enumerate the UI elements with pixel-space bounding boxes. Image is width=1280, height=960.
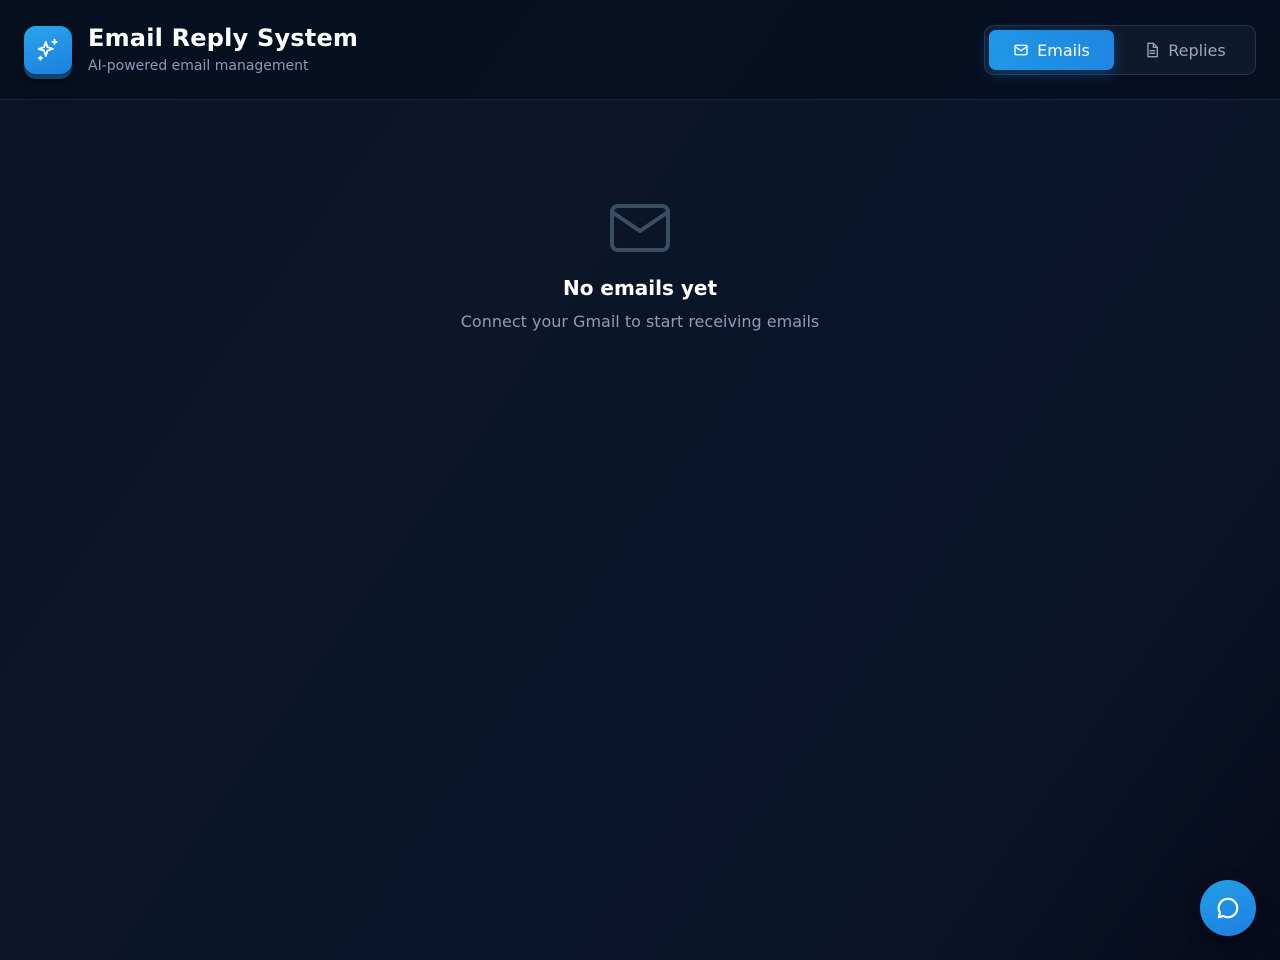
mail-icon	[608, 200, 672, 256]
sparkles-icon	[37, 38, 58, 61]
view-tabs: Emails Replies	[984, 25, 1256, 75]
app-subtitle: AI-powered email management	[88, 58, 309, 74]
document-icon	[1144, 42, 1160, 58]
tab-emails[interactable]: Emails	[989, 30, 1114, 70]
empty-state-message: Connect your Gmail to start receiving em…	[460, 312, 820, 331]
empty-state: No emails yet Connect your Gmail to star…	[0, 200, 1280, 331]
app-header: Email Reply System AI-powered email mana…	[0, 0, 1280, 100]
tab-replies[interactable]: Replies	[1118, 30, 1252, 70]
mail-icon	[1013, 42, 1029, 58]
empty-state-title: No emails yet	[562, 276, 718, 300]
app-logo	[24, 26, 72, 74]
tab-replies-label: Replies	[1168, 40, 1226, 60]
tab-emails-label: Emails	[1037, 40, 1090, 60]
chat-bubble-icon	[1217, 897, 1239, 919]
app-title: Email Reply System	[88, 24, 359, 52]
chat-button[interactable]	[1200, 880, 1256, 936]
